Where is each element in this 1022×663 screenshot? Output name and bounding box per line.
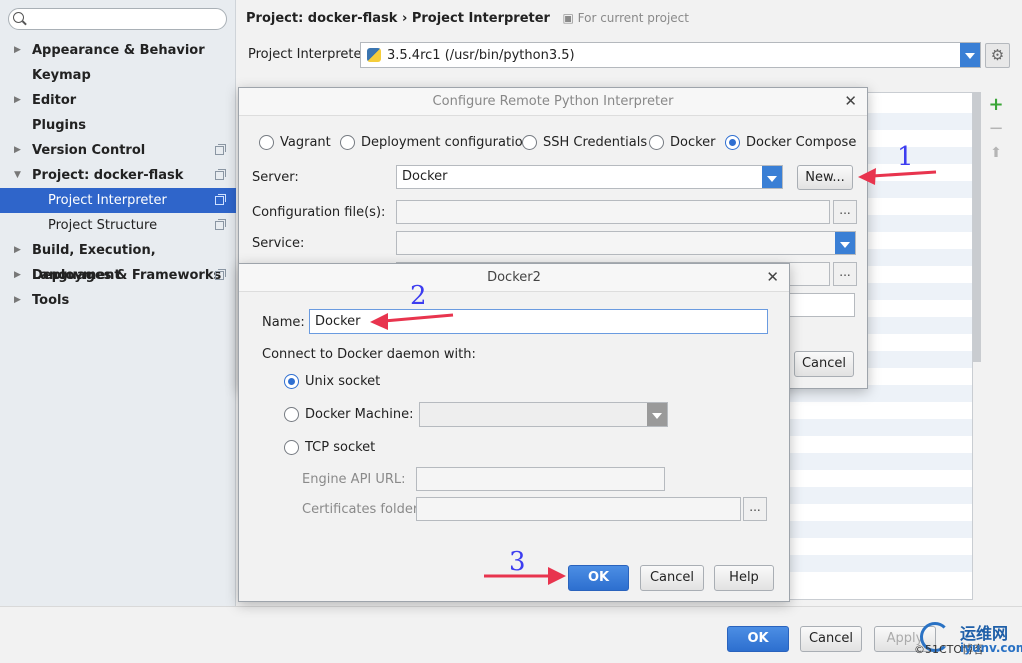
annotation-arrows bbox=[370, 168, 937, 585]
arrowhead-icon bbox=[370, 313, 388, 330]
arrow-to-new-button bbox=[871, 170, 937, 178]
arrow-to-name-input bbox=[383, 313, 454, 323]
watermark-logo: 运维网 ©51CTO博客 iyunv.com bbox=[914, 622, 1022, 656]
arrowhead-icon bbox=[858, 168, 876, 185]
arrowhead-icon bbox=[548, 567, 566, 585]
